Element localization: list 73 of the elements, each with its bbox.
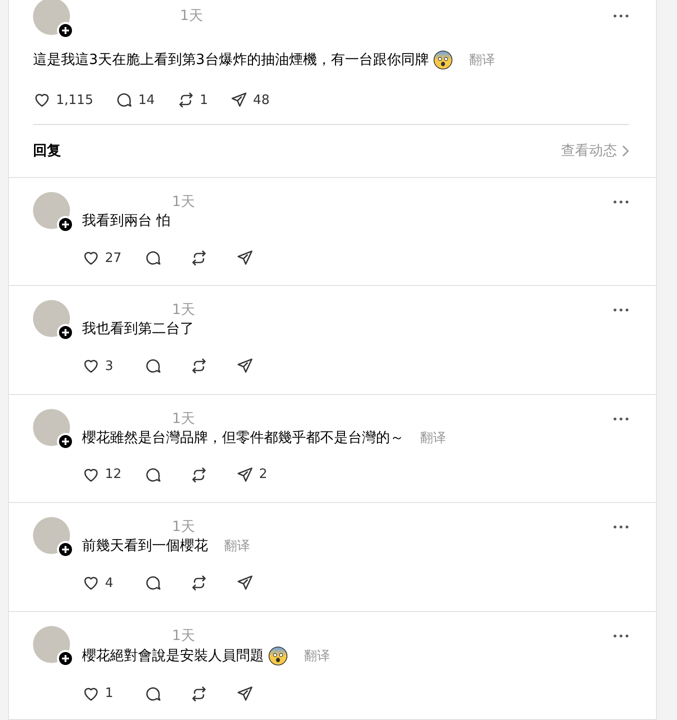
reply-text: 我看到兩台 怕 [82,212,170,230]
avatar-photo-placeholder[interactable] [33,192,70,229]
send-icon[interactable] [236,249,254,267]
avatar-photo-placeholder[interactable] [33,517,70,554]
chevron-right-icon [621,145,629,157]
repost-icon[interactable] [190,574,208,592]
comment-count: 14 [138,92,155,108]
avatar-photo-placeholder[interactable] [33,408,70,446]
reply-text: 櫻花絕對會說是安裝人員問題 [82,646,264,665]
comment-icon[interactable] [144,357,162,376]
like-count: 4 [105,576,114,591]
reply-time: 1天 [172,193,195,211]
like-count: 1 [105,686,114,702]
more-icon[interactable] [613,634,629,638]
post-text: 這是我這3天在脆上看到第3台爆炸的抽油煙機，有一台跟你同牌 [33,51,429,69]
comment-icon[interactable] [144,684,162,703]
reply-time: 1天 [172,626,195,645]
reply-time: 1天 [172,410,195,428]
avatar-photo-placeholder[interactable] [33,300,70,338]
share-count: 2 [259,467,268,482]
comment-icon[interactable] [115,91,134,109]
repost-icon[interactable] [176,91,195,109]
translate-link[interactable]: 翻译 [468,51,495,69]
reply-time: 1天 [172,301,195,320]
post-time: 1天 [180,7,203,25]
reply-text: 前幾天看到一個櫻花 [82,537,208,556]
more-icon[interactable] [613,416,629,421]
avatar-photo-placeholder[interactable] [33,0,70,34]
repost-icon[interactable] [190,357,208,376]
send-icon[interactable] [236,684,254,703]
plus-icon [61,328,70,338]
like-count: 12 [105,467,122,482]
repost-count: 1 [200,92,208,108]
send-icon[interactable] [236,574,254,592]
like-count: 27 [105,250,122,266]
avatar-photo-placeholder[interactable] [33,626,70,663]
comment-icon[interactable] [144,249,162,267]
translate-link[interactable]: 翻译 [224,537,250,556]
send-icon[interactable] [230,91,248,109]
reply-time: 1天 [172,518,195,536]
comment-icon[interactable] [144,466,162,484]
heart-icon[interactable] [82,574,100,592]
translate-link[interactable]: 翻译 [304,646,330,665]
plus-icon [61,545,70,554]
heart-icon[interactable] [33,91,51,109]
follow-plus-button[interactable] [57,432,74,450]
like-count: 3 [105,358,114,374]
translate-link[interactable]: 翻译 [420,428,446,447]
plus-icon [61,436,70,446]
more-icon[interactable] [613,308,629,312]
comment-icon[interactable] [144,574,162,592]
follow-plus-button[interactable] [57,650,74,667]
repost-icon[interactable] [190,249,208,267]
more-icon[interactable] [613,525,629,530]
replies-heading: 回复 [33,142,61,160]
view-activity-link[interactable]: 查看动态 [561,142,629,160]
follow-plus-button[interactable] [57,216,74,233]
plus-icon [61,26,70,34]
more-icon[interactable] [613,14,629,18]
repost-icon[interactable] [190,466,208,484]
plus-icon [61,220,70,229]
like-count: 1,115 [56,92,94,108]
heart-icon[interactable] [82,249,100,267]
more-icon[interactable] [613,200,629,204]
reply-text: 櫻花雖然是台灣品牌，但零件都幾乎都不是台灣的～ [82,428,404,447]
follow-plus-button[interactable] [57,22,74,38]
share-count: 48 [253,92,270,108]
send-icon[interactable] [236,357,254,376]
plus-icon [61,654,70,663]
repost-icon[interactable] [190,684,208,703]
reply-text: 我也看到第二台了 [82,320,194,338]
send-icon[interactable] [236,466,254,484]
heart-icon[interactable] [82,357,100,376]
